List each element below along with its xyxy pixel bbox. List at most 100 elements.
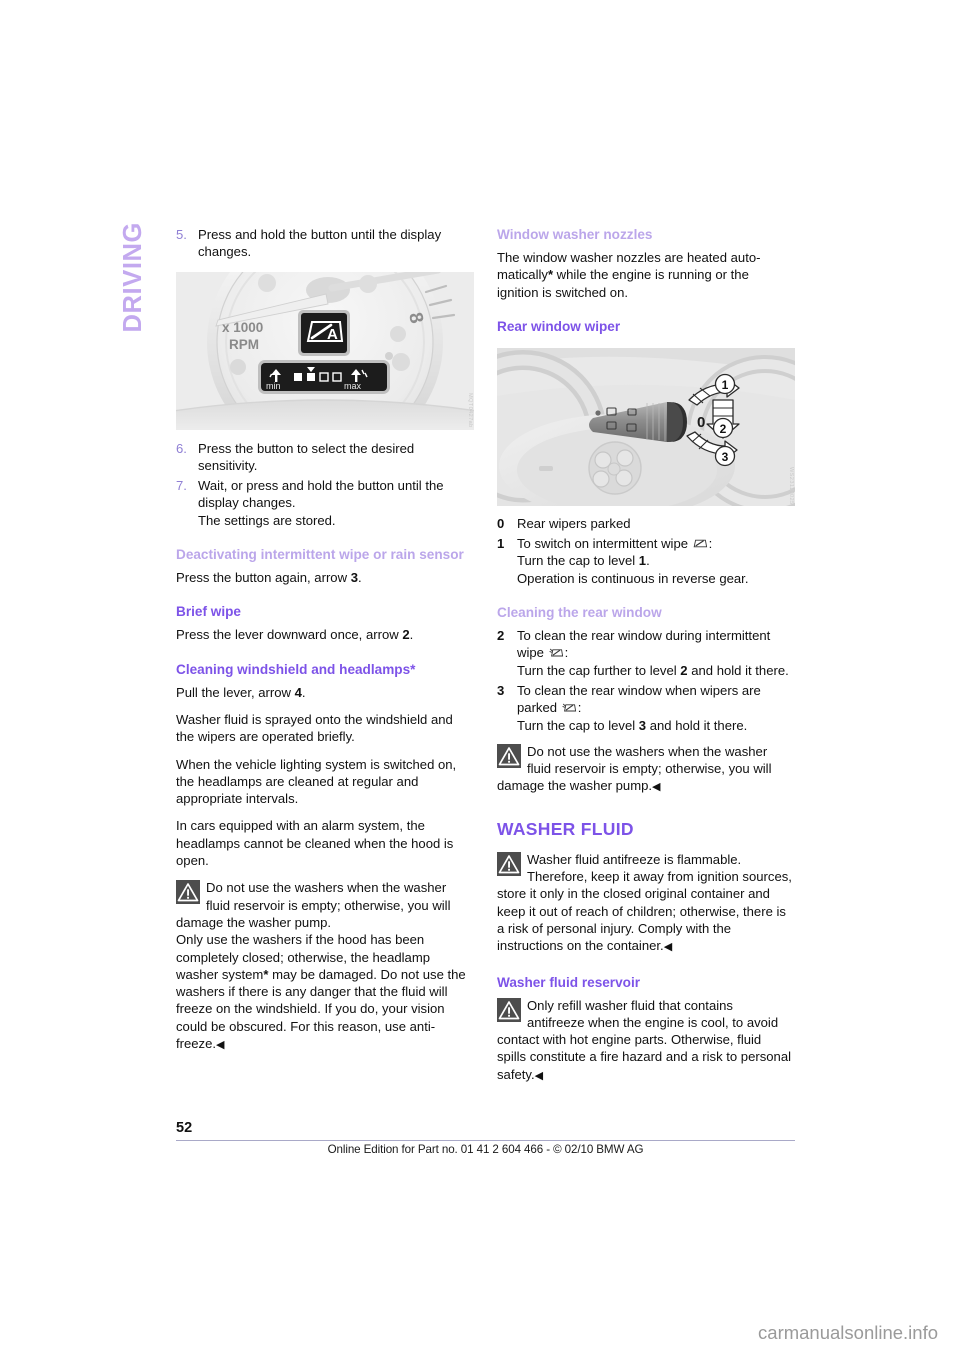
step-5-text: Press and hold the button until the disp… [198,227,442,260]
nozzles-paragraph: The window washer nozzles are heated aut… [497,249,793,301]
warning2-end-mark: ◀ [652,781,661,794]
warning-antifreeze-text: Washer fluid antifreeze is flammable. Th… [497,851,793,957]
svg-text:1: 1 [722,378,729,392]
item3-line2-a: Turn the cap to level [517,717,639,733]
warning2-text: Do not use the washers when the washer f… [497,743,772,794]
item3-line2-b: and hold it there. [646,717,748,733]
warning-block-washer-pump: Do not use the washers when the washer f… [176,879,472,1054]
rear-wiper-item-0-text: Rear wipers parked [517,515,631,531]
svg-text:x 1000: x 1000 [222,320,263,335]
item1-line3: Operation is continuous in reverse gear. [517,570,749,586]
step-7: 7. Wait, or press and hold the button un… [176,477,472,529]
item1-line1-a: To switch on intermittent wipe [517,536,692,552]
rear-wiper-item-1-text: To switch on intermittent wipe : Turn th… [517,535,793,587]
warning-washer-pump-2-text: Do not use the washers when the washer f… [497,743,793,797]
heading-rear-window-wiper: Rear window wiper [497,318,621,334]
rear-wiper-item-2-text: To clean the rear window during intermit… [517,627,793,679]
figure-tachometer-rain-sensor: 8 x 1000 RPM A min max MQT0427ab [176,272,474,430]
figure2-watermark: WS23110025 [788,466,794,504]
warning-triangle-icon [176,880,200,905]
step-7-number: 7. [176,478,187,494]
heading-cleaning-rear-window: Cleaning the rear window [497,605,662,621]
warning-triangle-icon [497,997,521,1022]
deactivating-arrow-number: 3 [350,570,358,586]
brief-wipe-arrow-number: 2 [402,627,410,643]
rear-wiper-item-1-number: 1 [497,536,505,552]
svg-text:2: 2 [720,422,727,436]
step-6-text: Press the button to select the desired s… [198,440,415,473]
item3-level-number: 3 [638,717,647,733]
rear-wiper-icon [693,537,708,549]
page-number: 52 [176,1120,193,1136]
step-6: 6. Press the button to select the desire… [176,440,472,475]
figure-tachometer-graphic: 8 x 1000 RPM A min max [176,272,474,430]
item1-line2-b: . [646,553,650,569]
rear-wiper-item-3-text: To clean the rear window when wipers are… [517,682,793,734]
rear-wiper-item-0: 0 Rear wipers parked [497,515,793,532]
item1-line1-b: : [708,536,713,552]
warning-triangle-icon [497,851,521,876]
heading-washer-fluid-reservoir: Washer fluid reservoir [497,974,641,990]
warning3-end-mark: ◀ [663,941,673,954]
site-watermark: carmanualsonline.info [758,1322,938,1343]
figure1-watermark: MQT0427ab [467,393,473,428]
heading-cleaning-windshield-headlamps: Cleaning windshield and headlamps* [176,661,416,677]
item2-line1-b: : [564,645,569,661]
step-6-number: 6. [176,440,187,456]
item2-line2-b: and hold it there. [687,662,789,678]
cleaning-text-b: . [301,684,306,700]
rear-wiper-item-2-number: 2 [497,628,505,644]
warning4-end-mark: ◀ [534,1069,544,1082]
item2-line2-a: Turn the cap further to level [517,662,681,678]
item3-line1-b: : [577,700,582,716]
step-7-text-line1: Wait, or press and hold the button until… [198,478,444,511]
manual-page: DRIVING 5. Press and hold the button unt… [0,0,960,1358]
warning-block-washer-pump-2: Do not use the washers when the washer f… [497,743,793,797]
item1-level-number: 1 [638,553,647,569]
warning1-part-a: Do not use the washers when the washer f… [176,880,451,930]
rear-wiper-item-1: 1 To switch on intermittent wipe : Turn … [497,535,793,587]
step-7-text-line2: The settings are stored. [198,512,336,528]
svg-text:3: 3 [722,450,729,464]
step-7-text: Wait, or press and hold the button until… [198,477,472,529]
cleaning-paragraph-4: In cars equipped with an alarm system, t… [176,818,454,869]
rear-wiper-item-2: 2 To clean the rear window during interm… [497,627,793,679]
item2-level-number: 2 [680,662,688,678]
chapter-tab-label: DRIVING [119,222,147,333]
brief-wipe-text-a: Press the lever downward once, arrow [176,627,403,643]
brief-wipe-text-b: . [409,627,414,643]
svg-text:RPM: RPM [229,337,259,352]
warning-washer-pump-text: Do not use the washers when the washer f… [176,879,472,1054]
cleaning-text-a: Pull the lever, arrow [176,684,295,700]
svg-text:A: A [327,326,338,343]
deactivating-text-b: . [357,570,362,586]
heading-deactivating-intermittent-wipe: Deactivating intermittent wipe or rain s… [176,547,464,563]
rear-washer-icon [562,701,577,713]
brief-wipe-paragraph: Press the lever downward once, arrow 2. [176,626,472,643]
warning-refill-text: Only refill washer fluid that contains a… [497,997,793,1085]
figure-steering-column-stalk: 0 1 2 3 WS23110025 [497,348,795,506]
step-5: 5. Press and hold the button until the d… [176,226,472,261]
footer-divider [176,1140,795,1141]
item1-line2-a: Turn the cap to level [517,553,639,569]
heading-washer-fluid: WASHER FLUID [497,818,634,839]
rear-wiper-item-3-number: 3 [497,682,505,698]
heading-window-washer-nozzles: Window washer nozzles [497,227,653,242]
cleaning-paragraph-1: Pull the lever, arrow 4. [176,684,472,701]
deactivating-text-a: Press the button again, arrow [176,570,351,586]
warning3-text: Washer fluid antifreeze is flammable. Th… [497,851,792,954]
footer-notice: Online Edition for Part no. 01 41 2 604 … [327,1143,644,1156]
warning-block-antifreeze-flammable: Washer fluid antifreeze is flammable. Th… [497,851,793,957]
heading-brief-wipe: Brief wipe [176,604,241,620]
stalk-position-0-label: 0 [697,414,705,431]
warning1-end-mark: ◀ [216,1039,225,1052]
svg-text:max: max [344,381,362,391]
step-5-number: 5. [176,227,187,242]
cleaning-paragraph-3: When the vehicle lighting system is swit… [176,756,457,807]
svg-text:min: min [266,381,281,391]
cleaning-paragraph-2: Washer fluid is sprayed onto the windshi… [176,711,453,745]
item3-line1-a: To clean the rear window when wipers are… [517,682,761,716]
rear-wiper-item-3: 3 To clean the rear window when wipers a… [497,682,793,734]
chapter-tab: DRIVING [104,222,147,412]
deactivating-paragraph: Press the button again, arrow 3. [176,569,472,586]
